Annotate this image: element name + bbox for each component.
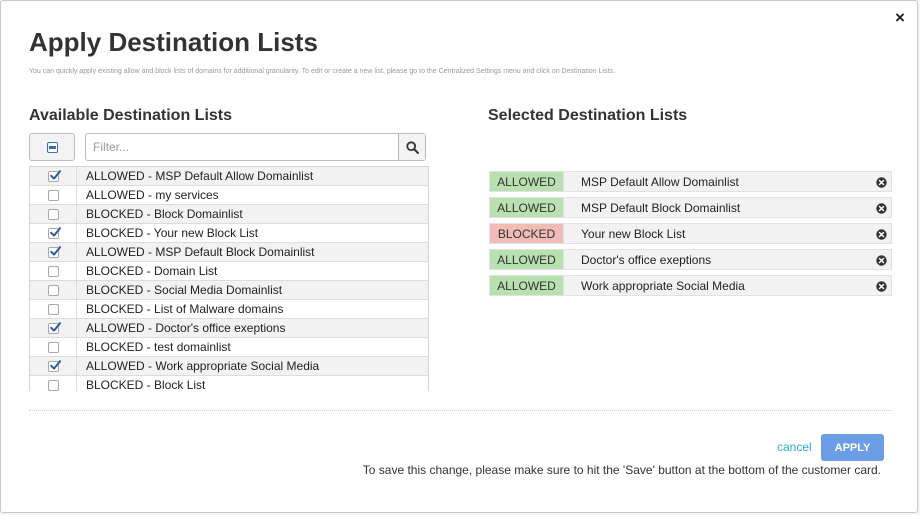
- available-lists-table: ALLOWED - MSP Default Allow Domainlist AL…: [29, 166, 429, 391]
- row-checkbox-cell[interactable]: [30, 281, 77, 299]
- filter-input[interactable]: [86, 134, 398, 160]
- modal-title: Apply Destination Lists: [29, 27, 318, 57]
- row-checkbox-cell[interactable]: [30, 167, 77, 185]
- save-reminder-note: To save this change, please make sure to…: [362, 463, 881, 477]
- available-list-row[interactable]: BLOCKED - Block List: [30, 376, 428, 391]
- available-list-row[interactable]: BLOCKED - Social Media Domainlist: [30, 281, 428, 300]
- status-badge: ALLOWED: [490, 198, 564, 217]
- selected-lists-heading: Selected Destination Lists: [488, 107, 688, 124]
- row-checkbox-cell[interactable]: [30, 262, 77, 280]
- apply-button[interactable]: APPLY: [821, 434, 884, 461]
- row-checkbox-cell[interactable]: [30, 243, 77, 261]
- row-checkbox-cell[interactable]: [30, 186, 77, 204]
- status-badge: ALLOWED: [490, 250, 564, 269]
- checkmark-icon: [49, 245, 61, 256]
- checkmark-icon: [49, 226, 61, 237]
- available-list-label: BLOCKED - List of Malware domains: [86, 302, 284, 316]
- row-checkbox-cell[interactable]: [30, 338, 77, 356]
- remove-circle-icon[interactable]: [876, 201, 887, 214]
- available-list-row[interactable]: ALLOWED - MSP Default Block Domainlist: [30, 243, 428, 262]
- select-all-button[interactable]: [29, 133, 75, 161]
- available-list-row[interactable]: ALLOWED - MSP Default Allow Domainlist: [30, 167, 428, 186]
- available-list-row[interactable]: ALLOWED - Work appropriate Social Media: [30, 357, 428, 376]
- selected-list-row: ALLOWED MSP Default Allow Domainlist: [489, 171, 892, 192]
- available-list-label: ALLOWED - MSP Default Block Domainlist: [86, 245, 315, 259]
- unchecked-checkbox[interactable]: [47, 303, 59, 315]
- row-checkbox-cell[interactable]: [30, 300, 77, 318]
- selected-list-row: ALLOWED Doctor's office exeptions: [489, 249, 892, 270]
- unchecked-checkbox[interactable]: [47, 265, 59, 277]
- checkmark-icon: [49, 321, 61, 332]
- available-lists-heading: Available Destination Lists: [29, 107, 233, 124]
- checkmark-icon: [49, 359, 61, 370]
- divider: [29, 410, 893, 411]
- available-list-label: ALLOWED - MSP Default Allow Domainlist: [86, 169, 314, 183]
- available-list-label: ALLOWED - Work appropriate Social Media: [86, 359, 320, 373]
- remove-circle-icon[interactable]: [876, 253, 887, 266]
- available-list-label: BLOCKED - Your new Block List: [86, 226, 259, 240]
- available-list-label: ALLOWED - my services: [86, 188, 219, 202]
- selected-list-label: MSP Default Allow Domainlist: [581, 174, 739, 189]
- available-list-label: ALLOWED - Doctor's office exeptions: [86, 321, 286, 335]
- selected-lists: ALLOWED MSP Default Allow Domainlist ALLOW…: [489, 171, 892, 301]
- selected-list-label: Doctor's office exeptions: [581, 252, 712, 267]
- available-list-row[interactable]: BLOCKED - List of Malware domains: [30, 300, 428, 319]
- unchecked-checkbox[interactable]: [47, 284, 59, 296]
- remove-circle-icon[interactable]: [876, 175, 887, 188]
- available-list-row[interactable]: BLOCKED - Your new Block List: [30, 224, 428, 243]
- status-badge: BLOCKED: [490, 224, 564, 243]
- unchecked-checkbox[interactable]: [47, 208, 59, 220]
- available-list-label: BLOCKED - Block Domainlist: [86, 207, 243, 221]
- filter-search-button[interactable]: [398, 134, 425, 160]
- unchecked-checkbox[interactable]: [47, 189, 59, 201]
- selected-list-row: ALLOWED MSP Default Block Domainlist: [489, 197, 892, 218]
- row-checkbox-cell[interactable]: [30, 319, 77, 337]
- checked-checkbox[interactable]: [47, 245, 61, 258]
- checked-checkbox[interactable]: [47, 226, 61, 239]
- modal-subtitle: You can quickly apply existing allow and…: [29, 68, 615, 75]
- available-list-label: BLOCKED - test domainlist: [86, 340, 231, 354]
- selected-list-label: Your new Block List: [581, 226, 686, 241]
- apply-destination-lists-modal: × Apply Destination Lists You can quickl…: [0, 0, 918, 513]
- available-list-row[interactable]: ALLOWED - my services: [30, 186, 428, 205]
- selected-list-row: ALLOWED Work appropriate Social Media: [489, 275, 892, 296]
- available-list-row[interactable]: BLOCKED - test domainlist: [30, 338, 428, 357]
- unchecked-checkbox[interactable]: [47, 379, 59, 391]
- selected-list-label: Work appropriate Social Media: [581, 278, 745, 293]
- remove-circle-icon[interactable]: [876, 227, 887, 240]
- checked-checkbox[interactable]: [47, 169, 61, 182]
- row-checkbox-cell[interactable]: [30, 376, 77, 391]
- unchecked-checkbox[interactable]: [47, 341, 59, 353]
- checkmark-icon: [49, 169, 61, 180]
- available-list-row[interactable]: BLOCKED - Domain List: [30, 262, 428, 281]
- search-icon: [405, 140, 419, 154]
- row-checkbox-cell[interactable]: [30, 205, 77, 223]
- available-list-row[interactable]: BLOCKED - Block Domainlist: [30, 205, 428, 224]
- row-checkbox-cell[interactable]: [30, 357, 77, 375]
- close-icon[interactable]: ×: [891, 9, 909, 27]
- available-list-label: BLOCKED - Block List: [86, 378, 206, 391]
- checked-checkbox[interactable]: [47, 359, 61, 372]
- status-badge: ALLOWED: [490, 172, 564, 191]
- selected-list-row: BLOCKED Your new Block List: [489, 223, 892, 244]
- status-badge: ALLOWED: [490, 276, 564, 295]
- cancel-button[interactable]: cancel: [777, 440, 812, 454]
- row-checkbox-cell[interactable]: [30, 224, 77, 242]
- selected-list-label: MSP Default Block Domainlist: [581, 200, 741, 215]
- remove-circle-icon[interactable]: [876, 279, 887, 292]
- checked-checkbox[interactable]: [47, 321, 61, 334]
- available-list-label: BLOCKED - Social Media Domainlist: [86, 283, 283, 297]
- available-list-row[interactable]: ALLOWED - Doctor's office exeptions: [30, 319, 428, 338]
- indeterminate-checkbox-icon: [46, 141, 58, 153]
- filter-group: [85, 133, 426, 161]
- available-list-label: BLOCKED - Domain List: [86, 264, 218, 278]
